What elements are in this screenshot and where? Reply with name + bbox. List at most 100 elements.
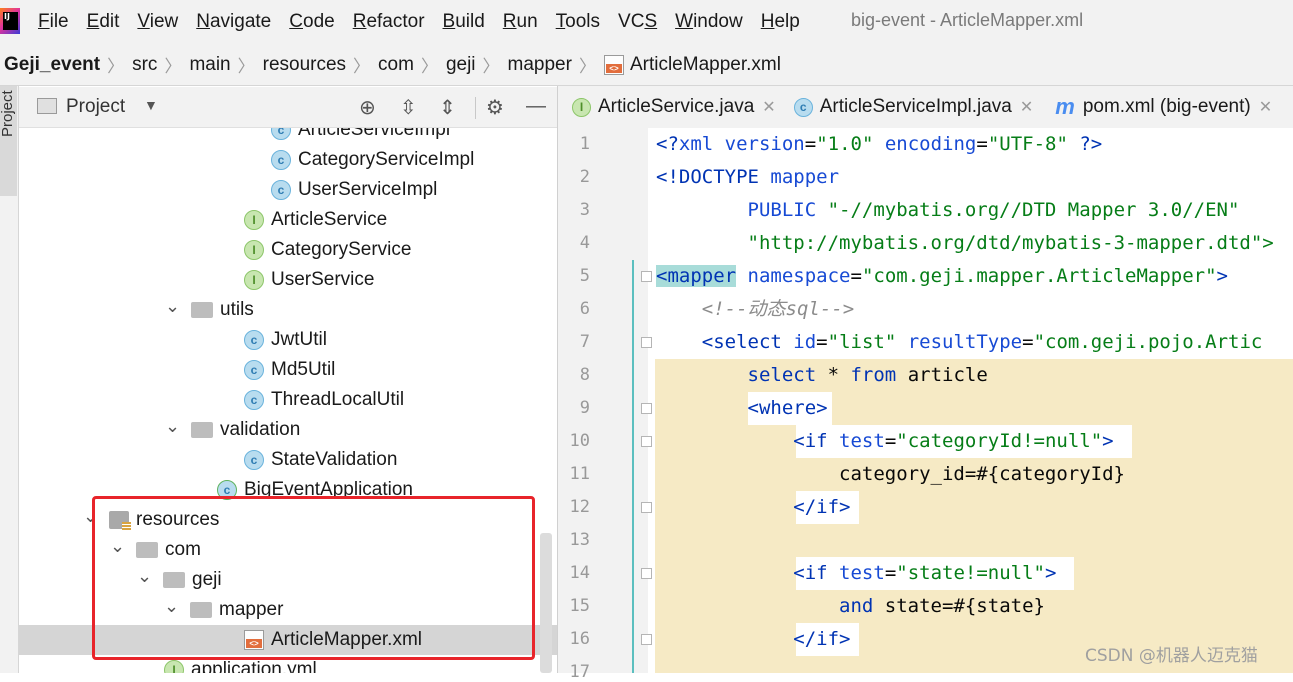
code-line[interactable]: <where> <box>656 392 828 425</box>
code-editor[interactable]: <?xml version="1.0" encoding="UTF-8" ?> <… <box>648 128 1293 673</box>
fold-marker-icon[interactable] <box>641 271 652 282</box>
class-icon: c <box>244 450 264 470</box>
code-line[interactable]: and state=#{state} <box>656 590 1045 623</box>
tree-node[interactable]: ArticleMapper.xml <box>19 625 557 655</box>
tree-node[interactable]: I UserService <box>19 265 557 295</box>
chevron-down-icon[interactable]: ⌄ <box>137 567 152 589</box>
tree-node[interactable]: I ArticleService <box>19 205 557 235</box>
editor-tab[interactable]: c ArticleServiceImpl.java ✕ <box>780 96 1038 118</box>
tree-node[interactable]: I CategoryService <box>19 235 557 265</box>
menu-item[interactable]: Window <box>675 11 743 33</box>
menu-item[interactable]: VCS <box>618 11 657 33</box>
editor-tab[interactable]: m pom.xml (big-event) ✕ <box>1037 94 1276 120</box>
tree-node[interactable]: ⌄ mapper <box>19 595 557 625</box>
menu-item[interactable]: File <box>38 11 69 33</box>
fold-marker-icon[interactable] <box>641 502 652 513</box>
tree-scrollbar[interactable] <box>540 533 552 673</box>
tree-node[interactable]: c StateValidation <box>19 445 557 475</box>
editor-tab[interactable]: I ArticleService.java ✕ <box>558 96 780 118</box>
code-line[interactable]: <if test="categoryId!=null"> <box>656 425 1113 458</box>
tree-node[interactable]: c Md5Util <box>19 355 557 385</box>
close-icon[interactable]: ✕ <box>1259 97 1272 117</box>
code-line[interactable]: <?xml version="1.0" encoding="UTF-8" ?> <box>656 128 1102 161</box>
code-line[interactable]: "http://mybatis.org/dtd/mybatis-3-mapper… <box>656 227 1274 260</box>
tree-node[interactable]: ⌄ com <box>19 535 557 565</box>
code-line[interactable]: select * from article <box>656 359 988 392</box>
project-tool-window-button[interactable]: Project <box>0 86 17 196</box>
menu-item[interactable]: Code <box>289 11 334 33</box>
code-line[interactable]: <select id="list" resultType="com.geji.p… <box>656 326 1263 359</box>
tree-node[interactable]: c CategoryServiceImpl <box>19 145 557 175</box>
breadcrumb-item[interactable]: ArticleMapper.xml <box>603 53 781 76</box>
code-token: "list" <box>827 331 897 353</box>
tree-node[interactable]: c UserServiceImpl <box>19 175 557 205</box>
line-number: 10 <box>569 431 590 451</box>
breadcrumb-item[interactable]: geji <box>446 54 476 76</box>
menu-item[interactable]: Build <box>443 11 485 33</box>
chevron-down-icon[interactable]: ⌄ <box>165 297 180 319</box>
code-token: resultType <box>907 331 1023 353</box>
breadcrumb-item[interactable]: mapper <box>508 54 572 76</box>
menu-item[interactable]: View <box>137 11 178 33</box>
locate-icon[interactable]: ⊕ <box>359 95 376 120</box>
line-number: 5 <box>579 266 590 286</box>
fold-marker-icon[interactable] <box>641 634 652 645</box>
package-folder-icon <box>190 602 212 618</box>
code-line[interactable]: <mapper namespace="com.geji.mapper.Artic… <box>656 260 1228 293</box>
menu-item[interactable]: Navigate <box>196 11 271 33</box>
code-line[interactable]: <!--动态sql--> <box>656 293 854 326</box>
tree-node[interactable]: c ArticleServiceImpl <box>19 128 557 145</box>
chevron-down-icon[interactable]: ▼ <box>144 97 158 113</box>
breadcrumb-item[interactable]: main <box>189 54 230 76</box>
fold-marker-icon[interactable] <box>641 436 652 447</box>
breadcrumb-item[interactable]: resources <box>263 54 346 76</box>
menu-item[interactable]: Edit <box>87 11 120 33</box>
tree-node[interactable]: ⌄ utils <box>19 295 557 325</box>
class-icon: c <box>793 97 813 117</box>
code-line[interactable]: <!DOCTYPE mapper <box>656 161 839 194</box>
code-token: test <box>839 430 885 452</box>
menu-item[interactable]: Refactor <box>353 11 425 33</box>
breadcrumb-label: mapper <box>507 53 572 75</box>
tree-node[interactable]: ⌄ geji <box>19 565 557 595</box>
close-icon[interactable]: ✕ <box>1020 97 1033 117</box>
tree-node[interactable]: c BigEventApplication <box>19 475 557 505</box>
code-line[interactable]: PUBLIC "-//mybatis.org//DTD Mapper 3.0//… <box>656 194 1240 227</box>
tree-node[interactable]: c JwtUtil <box>19 325 557 355</box>
chevron-down-icon[interactable]: ⌄ <box>83 507 98 529</box>
minimize-icon[interactable]: — <box>526 95 546 118</box>
fold-marker-icon[interactable] <box>641 568 652 579</box>
breadcrumb-item[interactable]: src <box>132 54 157 76</box>
xml-file-icon <box>244 630 264 650</box>
gear-icon[interactable]: ⚙ <box>486 95 504 120</box>
project-tree: c ArticleServiceImpl c CategoryServiceImpl c… <box>19 128 557 673</box>
tree-node[interactable]: c ThreadLocalUtil <box>19 385 557 415</box>
chevron-down-icon[interactable]: ⌄ <box>110 537 125 559</box>
class-icon: c <box>271 180 291 200</box>
menu-item[interactable]: Help <box>761 11 800 33</box>
expand-all-icon[interactable]: ⇳ <box>400 95 417 120</box>
breadcrumb-item[interactable]: Geji_event <box>4 54 100 76</box>
code-line[interactable]: <if test="state!=null"> <box>656 557 1056 590</box>
intellij-logo-icon[interactable]: IJ <box>0 8 20 34</box>
menu-item[interactable]: Tools <box>556 11 600 33</box>
tree-node-label: ThreadLocalUtil <box>271 389 405 410</box>
tree-node[interactable]: Iapplication.yml <box>19 655 557 673</box>
breadcrumb-label: ArticleMapper.xml <box>629 53 781 75</box>
collapse-all-icon[interactable]: ⇕ <box>439 95 456 120</box>
code-line[interactable]: </if> <box>656 491 850 524</box>
fold-marker-icon[interactable] <box>641 403 652 414</box>
code-line[interactable]: </if> <box>656 623 850 656</box>
chevron-down-icon[interactable]: ⌄ <box>165 417 180 439</box>
tree-node[interactable]: ⌄ validation <box>19 415 557 445</box>
tree-node[interactable]: ⌄ resources <box>19 505 557 535</box>
code-line[interactable]: category_id=#{categoryId} <box>656 458 1125 491</box>
close-icon[interactable]: ✕ <box>762 97 775 117</box>
menu-item[interactable]: Run <box>503 11 538 33</box>
project-view-title[interactable]: Project <box>66 96 125 118</box>
fold-marker-icon[interactable] <box>641 337 652 348</box>
tree-node-label: JwtUtil <box>271 329 327 350</box>
chevron-down-icon[interactable]: ⌄ <box>164 597 179 619</box>
breadcrumb-item[interactable]: com <box>378 54 414 76</box>
